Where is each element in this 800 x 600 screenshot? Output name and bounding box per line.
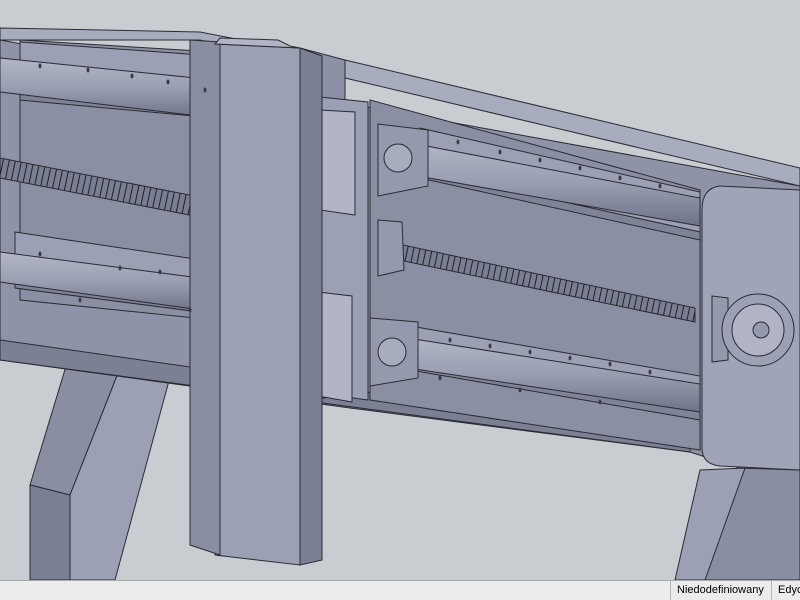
definition-status-field: Niedodefiniowany: [670, 581, 771, 600]
status-bar: Niedodefiniowany Edyc: [0, 580, 800, 600]
graphics-area[interactable]: [0, 0, 800, 580]
lead-screw-nut-block: [377, 219, 405, 277]
edit-mode-field[interactable]: Edyc: [771, 581, 800, 600]
pulley: [711, 293, 795, 367]
lower-rod-bearing-block: [369, 317, 419, 387]
upper-rod-bearing-block: [377, 123, 429, 197]
carriage-front-plate: [189, 37, 323, 566]
cad-model[interactable]: [0, 0, 800, 580]
